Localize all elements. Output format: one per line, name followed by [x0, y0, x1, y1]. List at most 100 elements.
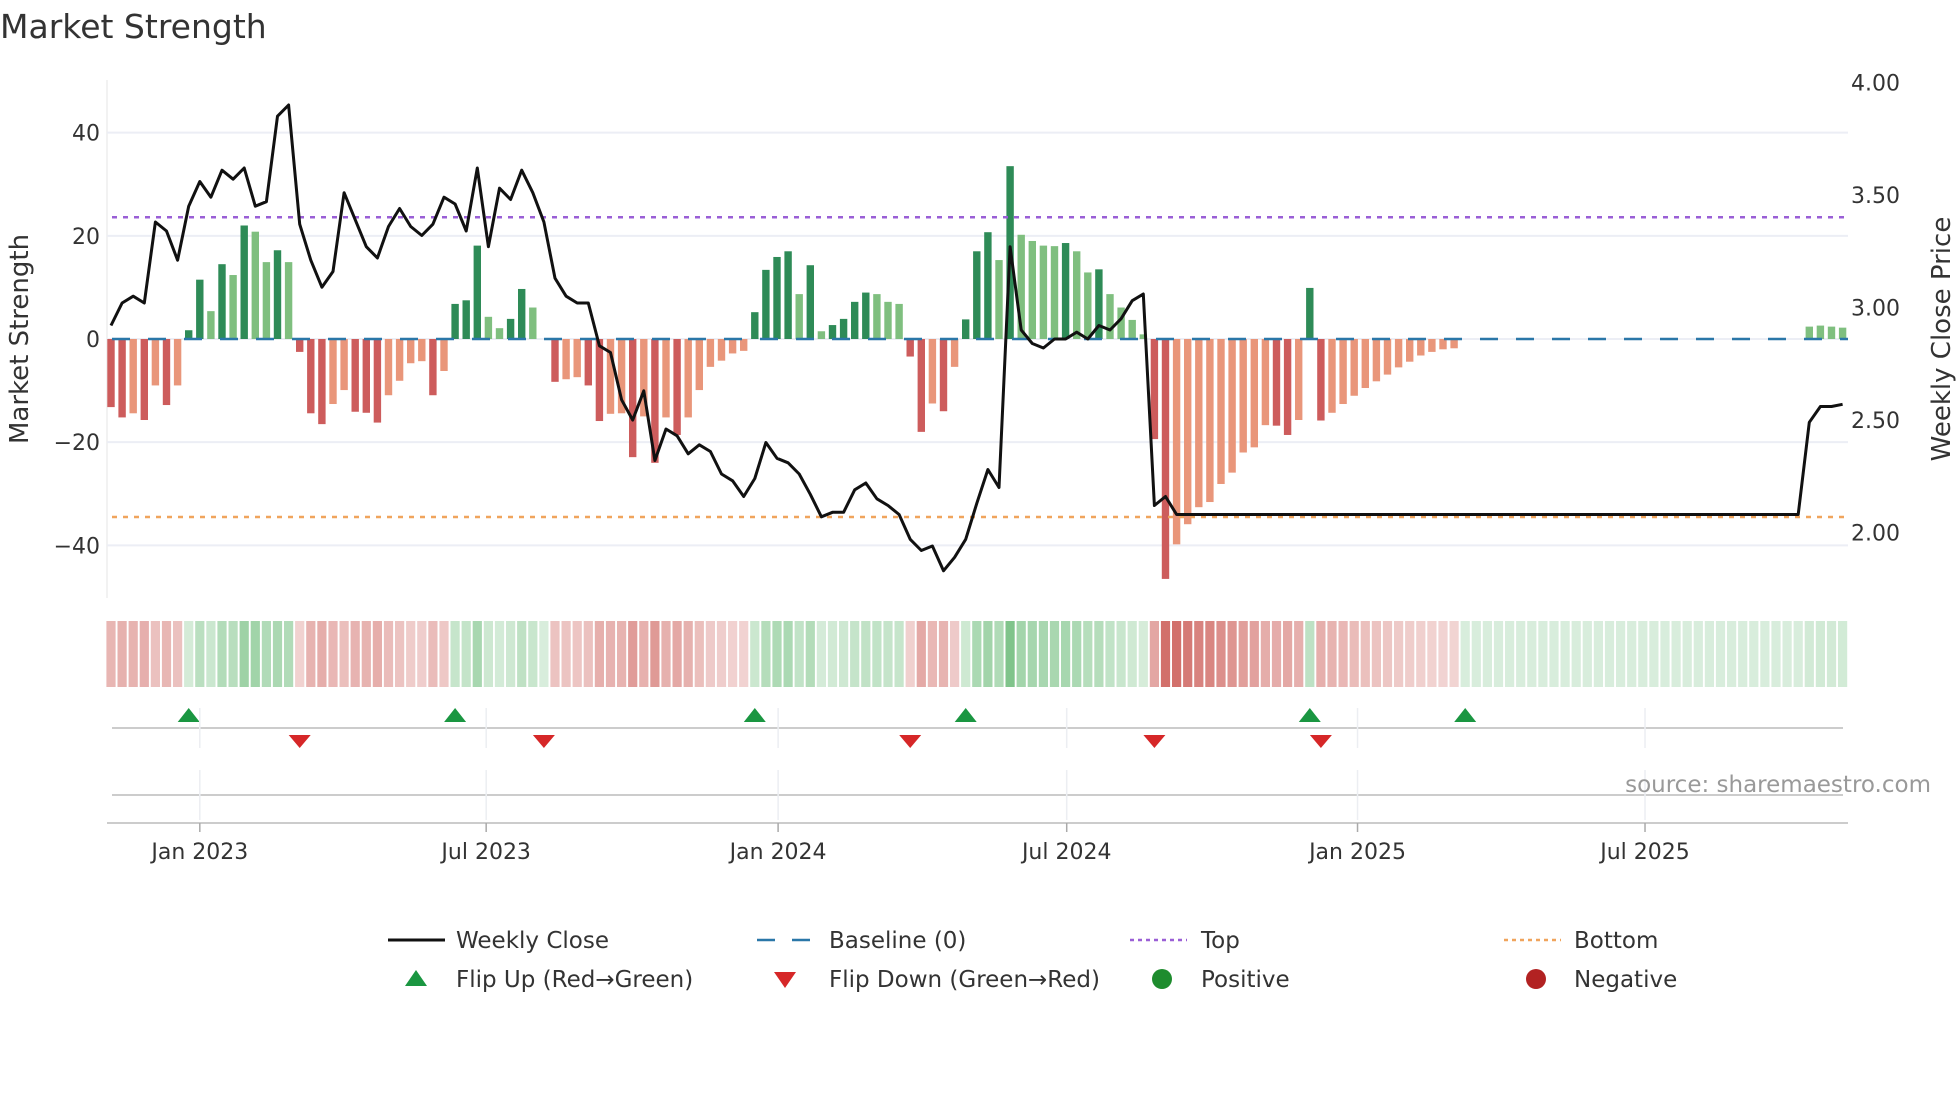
- triangle-down-icon: [774, 972, 796, 988]
- flip-down-marker: [288, 735, 311, 748]
- strip-cell: [483, 621, 493, 687]
- strip-cell: [284, 621, 294, 687]
- strength-bar: [1372, 339, 1381, 382]
- flip-up-marker: [1298, 708, 1321, 722]
- strip-cell: [883, 621, 893, 687]
- strength-bar: [751, 312, 759, 339]
- strip-cell: [1793, 621, 1803, 687]
- strip-cell: [750, 621, 760, 687]
- x-tick-label: Jul 2023: [439, 840, 531, 865]
- circle-icon: [1526, 969, 1546, 989]
- strip-cell: [328, 621, 338, 687]
- strip-cell: [184, 621, 194, 687]
- strength-bar: [1061, 243, 1070, 339]
- strength-bar: [806, 265, 814, 339]
- strip-cell: [1116, 621, 1126, 687]
- strip-cell: [372, 621, 382, 687]
- strength-bar: [129, 339, 137, 414]
- strength-bar: [717, 339, 726, 361]
- legend-item: Baseline (0): [757, 928, 966, 954]
- strength-bar: [107, 339, 115, 408]
- strip-cell: [206, 621, 216, 687]
- strength-bar: [1050, 246, 1059, 339]
- strip-cell: [1360, 621, 1370, 687]
- strength-bar: [1239, 339, 1247, 453]
- source-label: source: sharemaestro.com: [1625, 772, 1931, 798]
- strip-cell: [1771, 621, 1781, 687]
- strip-cell: [306, 621, 316, 687]
- strip-cell: [1682, 621, 1692, 687]
- strength-bar: [773, 256, 781, 339]
- strip-cell: [1549, 621, 1559, 687]
- strength-bar: [1150, 339, 1159, 440]
- strength-bar: [662, 339, 670, 418]
- strip-cell: [350, 621, 360, 687]
- strength-bar: [1039, 245, 1048, 339]
- flip-up-marker: [743, 708, 766, 722]
- strip-cell: [1627, 621, 1637, 687]
- strip-cell: [1216, 621, 1226, 687]
- strength-bar: [1428, 339, 1436, 352]
- strength-bar: [240, 225, 248, 339]
- strip-cell: [561, 621, 571, 687]
- strip-cell: [106, 621, 116, 687]
- strip-cell: [1460, 621, 1470, 687]
- strip-cell: [117, 621, 127, 687]
- strip-cell: [805, 621, 815, 687]
- y-tick-label: 20: [72, 225, 100, 250]
- strength-bar: [1206, 339, 1214, 503]
- strength-bar: [984, 232, 992, 339]
- strip-cell: [528, 621, 538, 687]
- strip-cell: [239, 621, 249, 687]
- strip-cell: [550, 621, 560, 687]
- strip-cell: [1061, 621, 1071, 687]
- strength-bar: [1450, 339, 1458, 349]
- strip-cell: [938, 621, 949, 687]
- strength-bar: [728, 339, 737, 354]
- strength-bar: [318, 339, 326, 425]
- strength-bar: [1217, 339, 1225, 484]
- strip-cell: [1027, 621, 1037, 687]
- strip-cell: [1305, 621, 1315, 687]
- y2-tick-label: 3.50: [1851, 184, 1900, 209]
- y-tick-label: 40: [72, 122, 100, 147]
- strip-cell: [694, 621, 704, 687]
- x-tick-label: Jan 2025: [1307, 840, 1406, 865]
- strip-cell: [1260, 621, 1270, 687]
- legend-label: Flip Up (Red→Green): [456, 967, 693, 993]
- strength-bar: [1383, 339, 1392, 375]
- strip-cell: [894, 621, 904, 687]
- legend-label: Weekly Close: [456, 928, 609, 954]
- strength-bar: [1394, 339, 1403, 368]
- strip-cell: [1172, 621, 1182, 687]
- legend-label: Top: [1200, 928, 1240, 954]
- strength-bar: [828, 325, 837, 339]
- strip-cell: [1826, 621, 1837, 687]
- strength-bar: [1306, 287, 1314, 339]
- strength-bar: [862, 292, 870, 339]
- strip-cell: [1505, 621, 1515, 687]
- strip-cell: [383, 621, 394, 687]
- strength-bar: [506, 318, 515, 339]
- legend-label: Positive: [1201, 967, 1290, 993]
- strip-cell: [173, 621, 183, 687]
- strip-cell: [539, 621, 549, 687]
- strip-cell: [1527, 621, 1537, 687]
- strip-cell: [1382, 621, 1393, 687]
- strip-cell: [506, 621, 516, 687]
- strength-bar: [928, 339, 937, 404]
- strength-bar: [1228, 339, 1236, 473]
- strip-cell: [1405, 621, 1415, 687]
- strength-bar: [162, 339, 171, 406]
- strength-bar: [140, 339, 148, 421]
- strip-cell: [716, 621, 727, 687]
- strip-cell: [739, 621, 749, 687]
- strip-cell: [672, 621, 682, 687]
- strength-bar: [1350, 339, 1358, 396]
- strip-cell: [1227, 621, 1237, 687]
- strip-cell: [1604, 621, 1615, 687]
- strip-cell: [228, 621, 238, 687]
- strip-cell: [1715, 621, 1726, 687]
- strength-bar: [706, 339, 715, 367]
- strip-cell: [1160, 621, 1171, 687]
